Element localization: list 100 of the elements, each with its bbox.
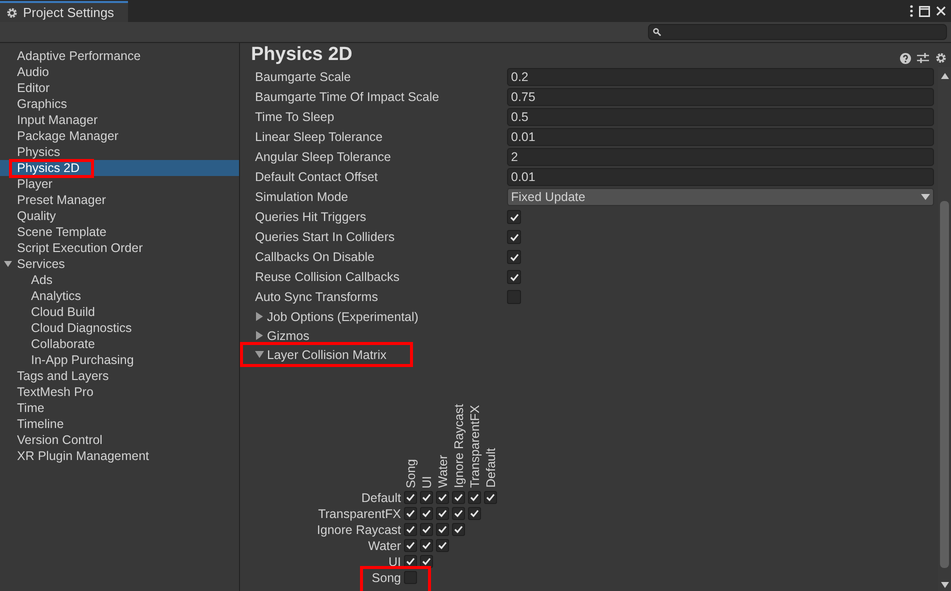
sidebar-item[interactable]: Editor [0, 80, 239, 96]
sidebar-item[interactable]: Ads [0, 272, 239, 288]
number-field[interactable]: 0.01 [507, 168, 934, 186]
collision-checkbox[interactable] [436, 491, 449, 504]
sidebar-item[interactable]: Audio [0, 64, 239, 80]
sliders-icon[interactable] [917, 52, 929, 64]
settings-icon[interactable] [6, 6, 18, 18]
sidebar-item[interactable]: TextMesh Pro [0, 384, 239, 400]
collision-checkbox[interactable] [436, 523, 449, 536]
collision-checkbox[interactable] [404, 523, 417, 536]
check-icon [421, 556, 432, 567]
layer-column-label: Song [403, 458, 419, 488]
number-field[interactable]: 2 [507, 148, 934, 166]
foldout-header[interactable]: Job Options (Experimental) [255, 307, 938, 326]
collision-checkbox[interactable] [452, 523, 465, 536]
number-field[interactable]: 0.2 [507, 68, 934, 86]
collision-checkbox[interactable] [484, 491, 497, 504]
sidebar-item[interactable]: Timeline [0, 416, 239, 432]
layer-column-label: TransparentFX [467, 405, 483, 488]
checkbox[interactable] [507, 210, 521, 224]
dropdown[interactable]: Fixed Update [507, 188, 934, 206]
collision-checkbox[interactable] [404, 507, 417, 520]
sidebar-item[interactable]: Physics [0, 144, 239, 160]
checkbox[interactable] [507, 250, 521, 264]
number-field[interactable]: 0.75 [507, 88, 934, 106]
expanded-triangle-icon[interactable] [255, 350, 264, 359]
collapsed-triangle-icon[interactable] [255, 331, 264, 340]
collapsed-triangle-icon[interactable] [255, 312, 264, 321]
checkbox[interactable] [507, 290, 521, 304]
setting-label: Time To Sleep [255, 110, 336, 124]
check-icon [405, 524, 416, 535]
sidebar-item[interactable]: Adaptive Performance [0, 48, 239, 64]
sidebar-item[interactable]: Script Execution Order [0, 240, 239, 256]
number-field[interactable]: 0.5 [507, 108, 934, 126]
check-icon [508, 212, 520, 222]
sidebar-item[interactable]: Analytics [0, 288, 239, 304]
setting-label: Queries Hit Triggers [255, 210, 368, 224]
sidebar-item[interactable]: Physics 2D [0, 160, 239, 176]
setting-label: Simulation Mode [255, 190, 350, 204]
collision-checkbox[interactable] [468, 491, 481, 504]
settings-icon[interactable] [935, 52, 947, 64]
sidebar-item[interactable]: Quality [0, 208, 239, 224]
check-icon [421, 508, 432, 519]
search-icon [653, 28, 661, 36]
collision-checkbox[interactable] [468, 507, 481, 520]
layer-row-label: TransparentFX [317, 506, 402, 522]
foldout-header[interactable]: Layer Collision Matrix [243, 345, 410, 364]
search-field[interactable] [648, 24, 947, 40]
sidebar-item[interactable]: Tags and Layers [0, 368, 239, 384]
collision-checkbox[interactable] [420, 523, 433, 536]
checkbox[interactable] [507, 230, 521, 244]
sidebar-item[interactable]: Input Manager [0, 112, 239, 128]
sidebar-item[interactable]: Preset Manager [0, 192, 239, 208]
check-icon [508, 252, 520, 262]
layer-row-label: Water [367, 538, 402, 554]
layer-column-label: Water [435, 455, 451, 488]
foldout-header[interactable]: Gizmos [255, 326, 938, 345]
check-icon [453, 508, 464, 519]
sidebar-item[interactable]: Package Manager [0, 128, 239, 144]
scroll-up-icon[interactable] [940, 73, 948, 79]
scroll-down-icon[interactable] [940, 582, 948, 588]
sidebar-item[interactable]: Scene Template [0, 224, 239, 240]
sidebar-item[interactable]: Graphics [0, 96, 239, 112]
sidebar-item[interactable]: Player [0, 176, 239, 192]
collision-checkbox[interactable] [404, 571, 417, 584]
setting-label: Queries Start In Colliders [255, 230, 396, 244]
sidebar-item[interactable]: Services [0, 256, 239, 272]
expanded-triangle-icon[interactable] [4, 260, 12, 268]
sidebar-item[interactable]: In-App Purchasing [0, 352, 239, 368]
check-icon [453, 492, 464, 503]
collision-checkbox[interactable] [436, 539, 449, 552]
maximize-icon[interactable] [919, 6, 930, 16]
check-icon [421, 540, 432, 551]
collision-checkbox[interactable] [436, 507, 449, 520]
collision-checkbox[interactable] [420, 507, 433, 520]
checkbox[interactable] [507, 270, 521, 284]
sidebar-item[interactable]: Version Control [0, 432, 239, 448]
sidebar-item[interactable]: Cloud Diagnostics [0, 320, 239, 336]
collision-checkbox[interactable] [404, 539, 417, 552]
check-icon [437, 524, 448, 535]
sidebar-item[interactable]: Cloud Build [0, 304, 239, 320]
collision-checkbox[interactable] [420, 539, 433, 552]
sidebar-item[interactable]: Collaborate [0, 336, 239, 352]
collision-checkbox[interactable] [452, 491, 465, 504]
sidebar-item[interactable]: XR Plugin Management [0, 448, 239, 464]
collision-checkbox[interactable] [420, 491, 433, 504]
sidebar-item[interactable]: Time [0, 400, 239, 416]
number-field[interactable]: 0.01 [507, 128, 934, 146]
setting-label: Baumgarte Time Of Impact Scale [255, 90, 440, 104]
close-icon[interactable] [936, 6, 946, 16]
window-tab[interactable]: Project Settings [0, 1, 128, 22]
collision-checkbox[interactable] [452, 507, 465, 520]
check-icon [437, 540, 448, 551]
help-icon[interactable] [900, 52, 911, 64]
more-icon[interactable] [910, 5, 913, 17]
layer-row-label: Ignore Raycast [316, 522, 402, 538]
collision-checkbox[interactable] [404, 491, 417, 504]
check-icon [508, 232, 520, 242]
layer-row-label: Default [360, 490, 402, 506]
check-icon [405, 492, 416, 503]
